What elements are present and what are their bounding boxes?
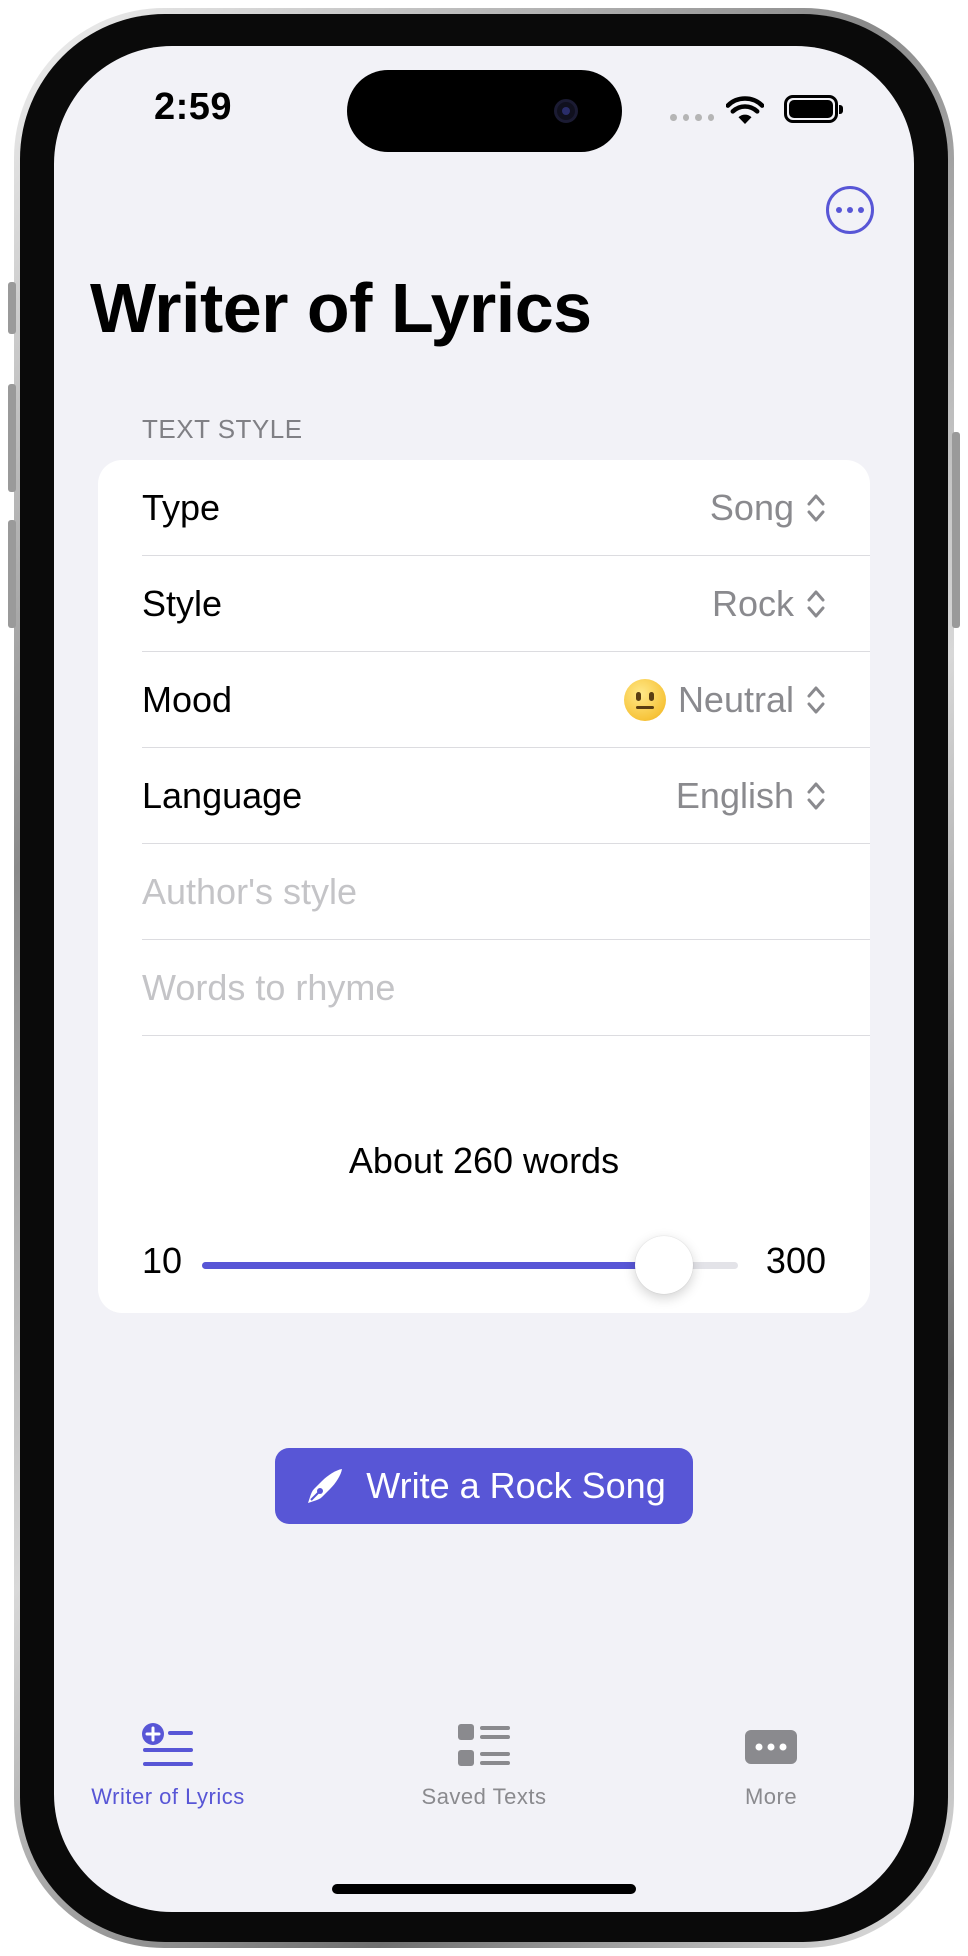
page-title: Writer of Lyrics — [90, 269, 592, 347]
tab-label: More — [744, 1784, 798, 1809]
type-picker-row[interactable]: Type Song — [142, 460, 870, 556]
mood-label: Mood — [142, 678, 233, 720]
author-style-field[interactable]: Author's style — [142, 844, 870, 940]
write-song-button[interactable]: Write a Rock Song — [275, 1448, 693, 1524]
word-count-label: About 260 words — [348, 1140, 620, 1181]
text-badge-plus-icon — [142, 1723, 193, 1766]
style-picker-row[interactable]: Style Rock — [142, 556, 870, 652]
author-style-placeholder: Author's style — [142, 870, 357, 912]
tab-label: Writer of Lyrics — [91, 1784, 245, 1809]
text-style-card: Type Song Style Rock Mood Neutral Langua… — [98, 460, 870, 1313]
power-button — [952, 432, 960, 628]
tab-bar: Writer of Lyrics Saved Texts More — [54, 1722, 914, 1842]
language-label: Language — [142, 774, 303, 816]
neutral-face-icon — [623, 678, 666, 721]
wifi-icon — [726, 96, 764, 124]
chevron-up-down-icon — [807, 782, 825, 809]
write-song-label: Write a Rock Song — [366, 1465, 666, 1506]
app-screen: 2:59 Writer of Lyrics TEXT STYLE Type So… — [54, 46, 914, 1912]
slider-thumb[interactable] — [635, 1236, 694, 1294]
words-to-rhyme-field[interactable]: Words to rhyme — [142, 940, 870, 1036]
style-value: Rock — [711, 582, 794, 624]
fountain-pen-icon — [308, 1469, 343, 1503]
front-camera-icon — [554, 99, 578, 123]
section-header-text-style: TEXT STYLE — [142, 414, 303, 444]
word-count-slider[interactable] — [202, 1236, 738, 1294]
mood-picker-row[interactable]: Mood Neutral — [142, 652, 870, 748]
volume-up-button — [8, 384, 16, 492]
slider-min-label: 10 — [142, 1240, 183, 1281]
status-time: 2:59 — [154, 86, 233, 128]
tab-writer-of-lyrics[interactable]: Writer of Lyrics — [54, 1722, 298, 1810]
action-button — [8, 282, 16, 334]
volume-down-button — [8, 520, 16, 628]
chevron-up-down-icon — [807, 494, 825, 521]
type-value: Song — [709, 486, 794, 528]
style-label: Style — [142, 582, 223, 624]
tab-saved-texts[interactable]: Saved Texts — [354, 1722, 614, 1810]
list-bullet-rectangle-icon — [458, 1724, 510, 1766]
language-value: English — [675, 774, 794, 816]
chevron-up-down-icon — [807, 686, 825, 713]
chevron-up-down-icon — [807, 590, 825, 617]
words-to-rhyme-placeholder: Words to rhyme — [142, 966, 396, 1008]
home-indicator — [332, 1884, 636, 1894]
ellipsis-rectangle-icon — [745, 1730, 797, 1764]
type-label: Type — [142, 486, 221, 528]
slider-max-label: 300 — [765, 1240, 826, 1281]
tab-more[interactable]: More — [641, 1722, 901, 1810]
language-picker-row[interactable]: Language English — [142, 748, 870, 844]
slider-fill — [202, 1262, 665, 1269]
mood-value: Neutral — [677, 678, 794, 720]
battery-icon — [784, 95, 843, 123]
tab-label: Saved Texts — [421, 1784, 547, 1809]
ellipsis-circle-icon[interactable] — [826, 186, 874, 234]
cellular-signal-icon — [670, 114, 714, 122]
dynamic-island — [347, 70, 622, 152]
